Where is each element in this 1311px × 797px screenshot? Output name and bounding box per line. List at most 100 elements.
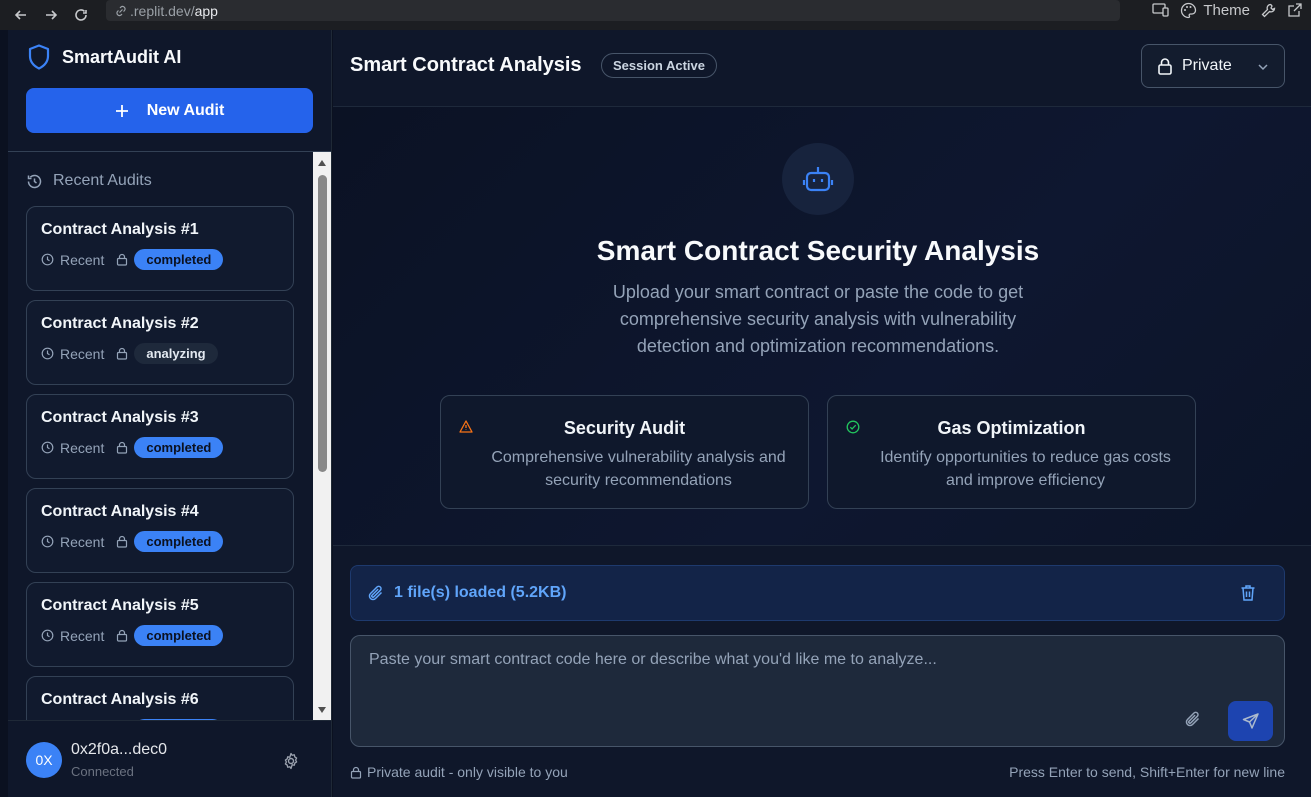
paperclip-icon <box>368 585 383 601</box>
arrow-right-icon <box>46 10 58 20</box>
lock-icon <box>117 629 128 642</box>
audit-list-item[interactable]: Contract Analysis #3 Recent completed <box>26 394 294 479</box>
wallet-address: 0x2f0a...dec0 <box>71 741 168 758</box>
lock-icon <box>117 347 128 360</box>
header: Smart Contract Analysis Session Active P… <box>333 30 1311 107</box>
privacy-select[interactable]: Private <box>1141 44 1285 88</box>
trash-icon <box>1241 585 1255 601</box>
audit-time: Recent <box>60 439 105 456</box>
audit-title: Contract Analysis #4 <box>41 503 199 520</box>
bot-avatar <box>782 143 854 215</box>
gas-optimization-card: Gas Optimization Identify opportunities … <box>827 395 1196 509</box>
chevron-down-icon <box>1258 64 1268 71</box>
feature-title: Security Audit <box>563 418 686 438</box>
audit-list-item[interactable]: Contract Analysis #4 Recent completed <box>26 488 294 573</box>
audit-meta: Recent completed <box>41 249 279 270</box>
plus-icon <box>115 104 128 117</box>
audit-title: Contract Analysis #3 <box>41 409 199 426</box>
audit-list-item[interactable]: Contract Analysis #5 Recent completed <box>26 582 294 667</box>
gear-icon <box>284 752 298 770</box>
devices-icon[interactable] <box>1152 2 1170 18</box>
user-panel: 0X 0x2f0a...dec0 Connected <box>8 720 331 797</box>
clock-icon <box>41 347 54 360</box>
prompt-box <box>350 635 1285 747</box>
main-content: Smart Contract Analysis Session Active P… <box>333 30 1311 797</box>
recent-audits-panel[interactable]: Recent Audits Contract Analysis #1 Recent… <box>8 152 313 720</box>
privacy-value: Private <box>1182 57 1232 74</box>
forward-button[interactable] <box>36 5 66 25</box>
triangle-down-icon <box>318 707 326 713</box>
settings-button[interactable] <box>282 752 300 770</box>
file-attachment-bar: 1 file(s) loaded (5.2KB) <box>350 565 1285 621</box>
external-link-icon[interactable] <box>1287 2 1303 18</box>
new-audit-label: New Audit <box>146 101 225 119</box>
history-icon <box>27 174 42 188</box>
audit-meta: Recent completed <box>41 437 279 458</box>
audit-title: Contract Analysis #5 <box>41 597 199 614</box>
audit-meta: Recent analyzing <box>41 343 279 364</box>
remove-file-button[interactable] <box>1240 584 1256 602</box>
audit-time: Recent <box>60 627 105 644</box>
avatar[interactable]: 0X <box>26 742 62 778</box>
lock-icon <box>117 535 128 548</box>
attach-file-button[interactable] <box>1184 710 1202 728</box>
bot-icon <box>802 167 834 192</box>
clock-icon <box>41 441 54 454</box>
status-badge: completed <box>134 625 224 646</box>
address-bar[interactable]: .replit.dev/app <box>106 0 1120 21</box>
audit-list-item[interactable]: Contract Analysis #1 Recent completed <box>26 206 294 291</box>
sidebar: SmartAudit AI New Audit Recent Audits Co… <box>8 30 332 797</box>
brand-name: SmartAudit AI <box>62 46 182 67</box>
theme-button[interactable]: Theme <box>1180 2 1250 19</box>
reload-icon <box>75 9 87 21</box>
clock-icon <box>41 629 54 642</box>
send-button[interactable] <box>1228 701 1273 741</box>
connection-status: Connected <box>71 764 134 779</box>
lock-icon <box>117 253 128 266</box>
recent-audits-label: Recent Audits <box>53 172 152 189</box>
status-badge: completed <box>134 249 224 270</box>
lock-icon <box>350 766 362 779</box>
scroll-thumb[interactable] <box>318 175 327 472</box>
audit-meta: Recent completed <box>41 531 279 552</box>
sidebar-scrollbar[interactable] <box>313 152 331 720</box>
lock-icon <box>1158 58 1172 75</box>
feature-title: Gas Optimization <box>937 418 1086 438</box>
session-status-badge: Session Active <box>601 53 718 78</box>
status-badge: completed <box>134 531 224 552</box>
audit-list-item[interactable]: Contract Analysis #6Recentcompleted <box>26 676 294 720</box>
composer: 1 file(s) loaded (5.2KB) Private audit -… <box>333 545 1311 797</box>
audit-time: Recent <box>60 345 105 362</box>
scroll-up-arrow[interactable] <box>313 155 331 171</box>
feature-description: Comprehensive vulnerability analysis and… <box>491 449 786 489</box>
back-button[interactable] <box>6 5 36 25</box>
status-badge: analyzing <box>134 343 218 364</box>
clock-icon <box>41 253 54 266</box>
privacy-note-text: Private audit - only visible to you <box>367 764 568 780</box>
lock-icon <box>117 441 128 454</box>
hero-description: Upload your smart contract or paste the … <box>612 282 1024 356</box>
audit-title: Contract Analysis #6 <box>41 691 199 708</box>
scroll-down-arrow[interactable] <box>313 702 331 718</box>
shield-icon <box>28 44 50 70</box>
wrench-icon[interactable] <box>1260 2 1277 19</box>
reload-button[interactable] <box>66 5 96 25</box>
new-audit-button[interactable]: New Audit <box>26 88 313 133</box>
audit-title: Contract Analysis #2 <box>41 315 199 332</box>
browser-toolbar: .replit.dev/app Theme <box>0 0 1311 30</box>
clock-icon <box>41 535 54 548</box>
audit-list-item[interactable]: Contract Analysis #2 Recent analyzing <box>26 300 294 385</box>
hero-title: Smart Contract Security Analysis <box>596 235 1040 266</box>
palette-icon <box>1181 2 1197 18</box>
page-title: Smart Contract Analysis <box>350 54 582 76</box>
welcome-panel: Smart Contract Security Analysis Upload … <box>333 107 1311 545</box>
audit-title: Contract Analysis #1 <box>41 221 199 238</box>
audit-time: Recent <box>60 533 105 550</box>
prompt-input[interactable] <box>351 636 1284 746</box>
arrow-left-icon <box>14 10 26 20</box>
triangle-up-icon <box>318 160 326 166</box>
audit-time: Recent <box>60 251 105 268</box>
send-icon <box>1242 713 1259 729</box>
brand: SmartAudit AI <box>28 44 181 70</box>
privacy-note: Private audit - only visible to you <box>350 764 568 780</box>
